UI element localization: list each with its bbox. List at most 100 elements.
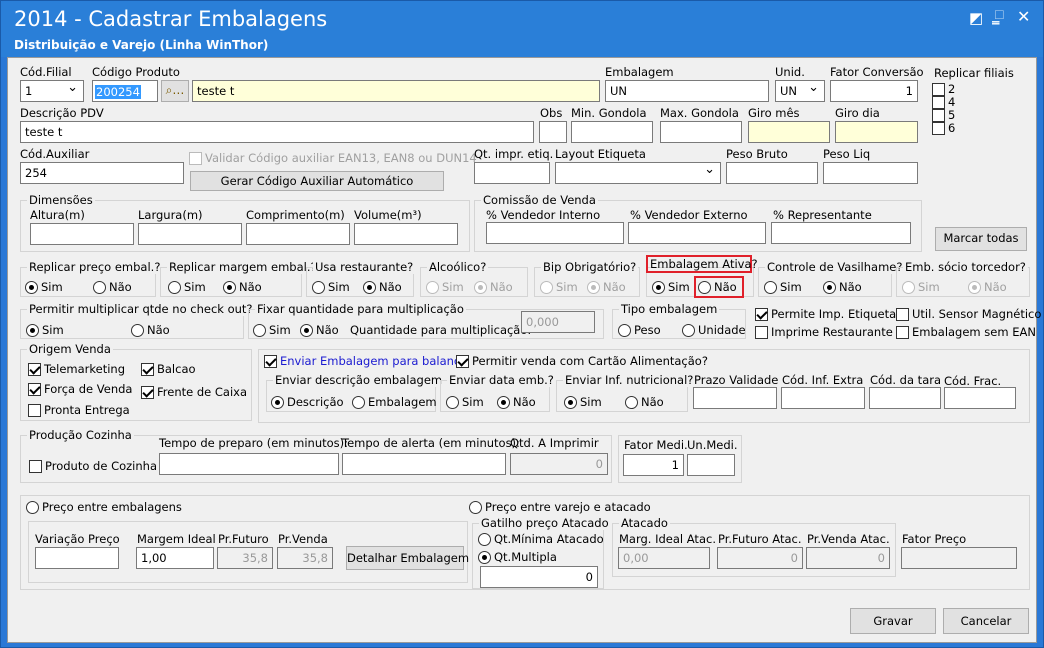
pr-futuro-atac-input: 0 (717, 547, 803, 569)
volume-input[interactable] (354, 223, 458, 245)
bip-nao-radio[interactable]: Não (587, 280, 626, 294)
altura-input[interactable] (30, 223, 134, 245)
frac-input[interactable] (944, 387, 1016, 409)
representante-input[interactable] (771, 222, 911, 244)
socio-nao-radio[interactable]: Não (968, 280, 1007, 294)
enviar-balanca-checkbox[interactable]: Enviar Embalagem para balança (264, 354, 467, 368)
qt-imprimir-input[interactable]: 0 (510, 453, 608, 475)
max-gondola-input[interactable] (660, 121, 742, 143)
pdv-input[interactable]: teste t (20, 121, 534, 143)
marcar-todas-button[interactable]: Marcar todas (935, 227, 1027, 251)
qt-impr-input[interactable] (474, 162, 550, 184)
balcao-checkbox[interactable]: Balcao (141, 362, 196, 376)
codprod-input[interactable]: 200254 (92, 80, 158, 102)
imp-restaurante-checkbox[interactable]: Imprime Restaurante (755, 325, 893, 339)
gravar-button[interactable]: Gravar (850, 608, 936, 634)
variacao-input[interactable] (35, 547, 119, 569)
fator-medi-input[interactable]: 1 (623, 454, 684, 476)
inf-extra-input[interactable] (781, 387, 865, 409)
replicar-preco-nao-radio[interactable]: Não (93, 280, 132, 294)
restaurante-sim-radio[interactable]: Sim (312, 280, 350, 294)
vasilhame-sim-radio[interactable]: Sim (764, 280, 802, 294)
produto-cozinha-checkbox[interactable]: Produto de Cozinha (29, 459, 157, 473)
socio-sim-radio[interactable]: Sim (902, 280, 940, 294)
embalagem-input[interactable]: UN (605, 80, 769, 102)
qt-multipla-input[interactable]: 0 (480, 566, 598, 588)
obs-input[interactable] (539, 121, 567, 143)
giro-dia-label: Giro dia (835, 106, 880, 120)
un-medi-input[interactable] (687, 454, 735, 476)
alcoolico-sim-radio[interactable]: Sim (426, 280, 464, 294)
fixar-sim-radio[interactable]: Sim (253, 323, 291, 337)
multiplicar-nao-radio[interactable]: Não (131, 323, 170, 337)
min-gondola-input[interactable] (571, 121, 653, 143)
vend-interno-input[interactable] (486, 222, 624, 244)
frente-caixa-checkbox[interactable]: Frente de Caixa (141, 385, 247, 399)
vasilhame-nao-radio[interactable]: Não (823, 280, 862, 294)
layout-select[interactable] (555, 162, 721, 184)
filial-4-checkbox[interactable]: 4 (932, 95, 955, 109)
filial-6-checkbox[interactable]: 6 (932, 121, 955, 135)
tipo-peso-radio[interactable]: Peso (618, 323, 661, 337)
restaurante-nao-radio[interactable]: Não (363, 280, 402, 294)
alcoolico-nao-radio[interactable]: Não (474, 280, 513, 294)
nutricional-nao-radio[interactable]: Não (625, 395, 664, 409)
fator-preco-input[interactable] (901, 547, 1017, 569)
enviar-data-title: Enviar data emb.? (447, 373, 556, 387)
data-sim-radio[interactable]: Sim (446, 395, 484, 409)
tempo-preparo-input[interactable] (159, 453, 339, 475)
telemarketing-checkbox[interactable]: Telemarketing (28, 362, 125, 376)
tempo-alerta-input[interactable] (342, 453, 506, 475)
gerar-codigo-button[interactable]: Gerar Código Auxiliar Automático (190, 171, 444, 191)
embalagem-radio[interactable]: Embalagem (352, 395, 437, 409)
imp-etiqueta-checkbox[interactable]: Permite Imp. Etiqueta (755, 307, 896, 321)
peso-bruto-label: Peso Bruto (726, 147, 788, 161)
comprimento-input[interactable] (246, 223, 350, 245)
qt-multipla-radio[interactable]: Qt.Multipla (478, 550, 557, 564)
margem-ideal-input[interactable]: 1,00 (136, 547, 214, 569)
qt-minima-radio[interactable]: Qt.Mínima Atacado (478, 532, 604, 546)
qt-mult-input[interactable]: 0,000 (521, 311, 595, 333)
replicar-margem-nao-radio[interactable]: Não (223, 280, 262, 294)
forca-venda-checkbox[interactable]: Força de Venda (28, 382, 132, 396)
restore-icon[interactable]: ◩ (969, 9, 983, 27)
unid-select[interactable]: UN (775, 80, 825, 102)
close-icon[interactable]: ✕ (1017, 7, 1030, 26)
pronta-entrega-checkbox[interactable]: Pronta Entrega (28, 403, 130, 417)
fator-input[interactable]: 1 (830, 80, 918, 102)
nutricional-sim-radio[interactable]: Sim (564, 395, 602, 409)
filial-2-checkbox[interactable]: 2 (932, 82, 955, 96)
preco-entre-embalagens-radio[interactable]: Preço entre embalagens (26, 500, 182, 514)
maximize-icon[interactable]: ☐ (994, 8, 1005, 22)
sem-ean-checkbox[interactable]: Embalagem sem EAN (896, 325, 1036, 339)
cancelar-button[interactable]: Cancelar (943, 608, 1029, 634)
sensor-checkbox[interactable]: Util. Sensor Magnético (896, 307, 1041, 321)
descricao-radio[interactable]: Descrição (271, 395, 344, 409)
filial-label: Cód.Filial (20, 65, 72, 79)
ativa-sim-radio[interactable]: Sim (652, 280, 690, 294)
ativa-nao-radio[interactable]: Não (698, 280, 737, 294)
vend-externo-input[interactable] (628, 222, 766, 244)
filial-select[interactable]: 1 (20, 80, 84, 102)
fixar-nao-radio[interactable]: Não (300, 323, 339, 337)
detalhar-embalagem-button[interactable]: Detalhar Embalagem (346, 546, 469, 570)
multiplicar-sim-radio[interactable]: Sim (26, 323, 64, 337)
aux-input[interactable]: 254 (20, 162, 184, 184)
data-nao-radio[interactable]: Não (497, 395, 536, 409)
validar-aux-checkbox[interactable]: Validar Código auxiliar EAN13, EAN8 ou D… (189, 151, 477, 165)
marg-atac-input[interactable]: 0,00 (618, 547, 710, 569)
replicar-preco-sim-radio[interactable]: Sim (25, 280, 63, 294)
search-product-icon[interactable]: ⌕… (161, 80, 189, 102)
bip-sim-radio[interactable]: Sim (540, 280, 578, 294)
replicar-margem-sim-radio[interactable]: Sim (168, 280, 206, 294)
tipo-unidade-radio[interactable]: Unidade (682, 323, 746, 337)
prazo-validade-input[interactable] (693, 387, 777, 409)
preco-varejo-atacado-radio[interactable]: Preço entre varejo e atacado (469, 500, 651, 514)
peso-liq-input[interactable] (823, 162, 918, 184)
tara-input[interactable] (869, 387, 941, 409)
pr-venda-atac-label: Pr.Venda Atac. (807, 532, 890, 546)
peso-bruto-input[interactable] (726, 162, 818, 184)
cartao-alimentacao-checkbox[interactable]: Permitir venda com Cartão Alimentação? (456, 354, 708, 368)
largura-input[interactable] (138, 223, 242, 245)
filial-5-checkbox[interactable]: 5 (932, 108, 955, 122)
